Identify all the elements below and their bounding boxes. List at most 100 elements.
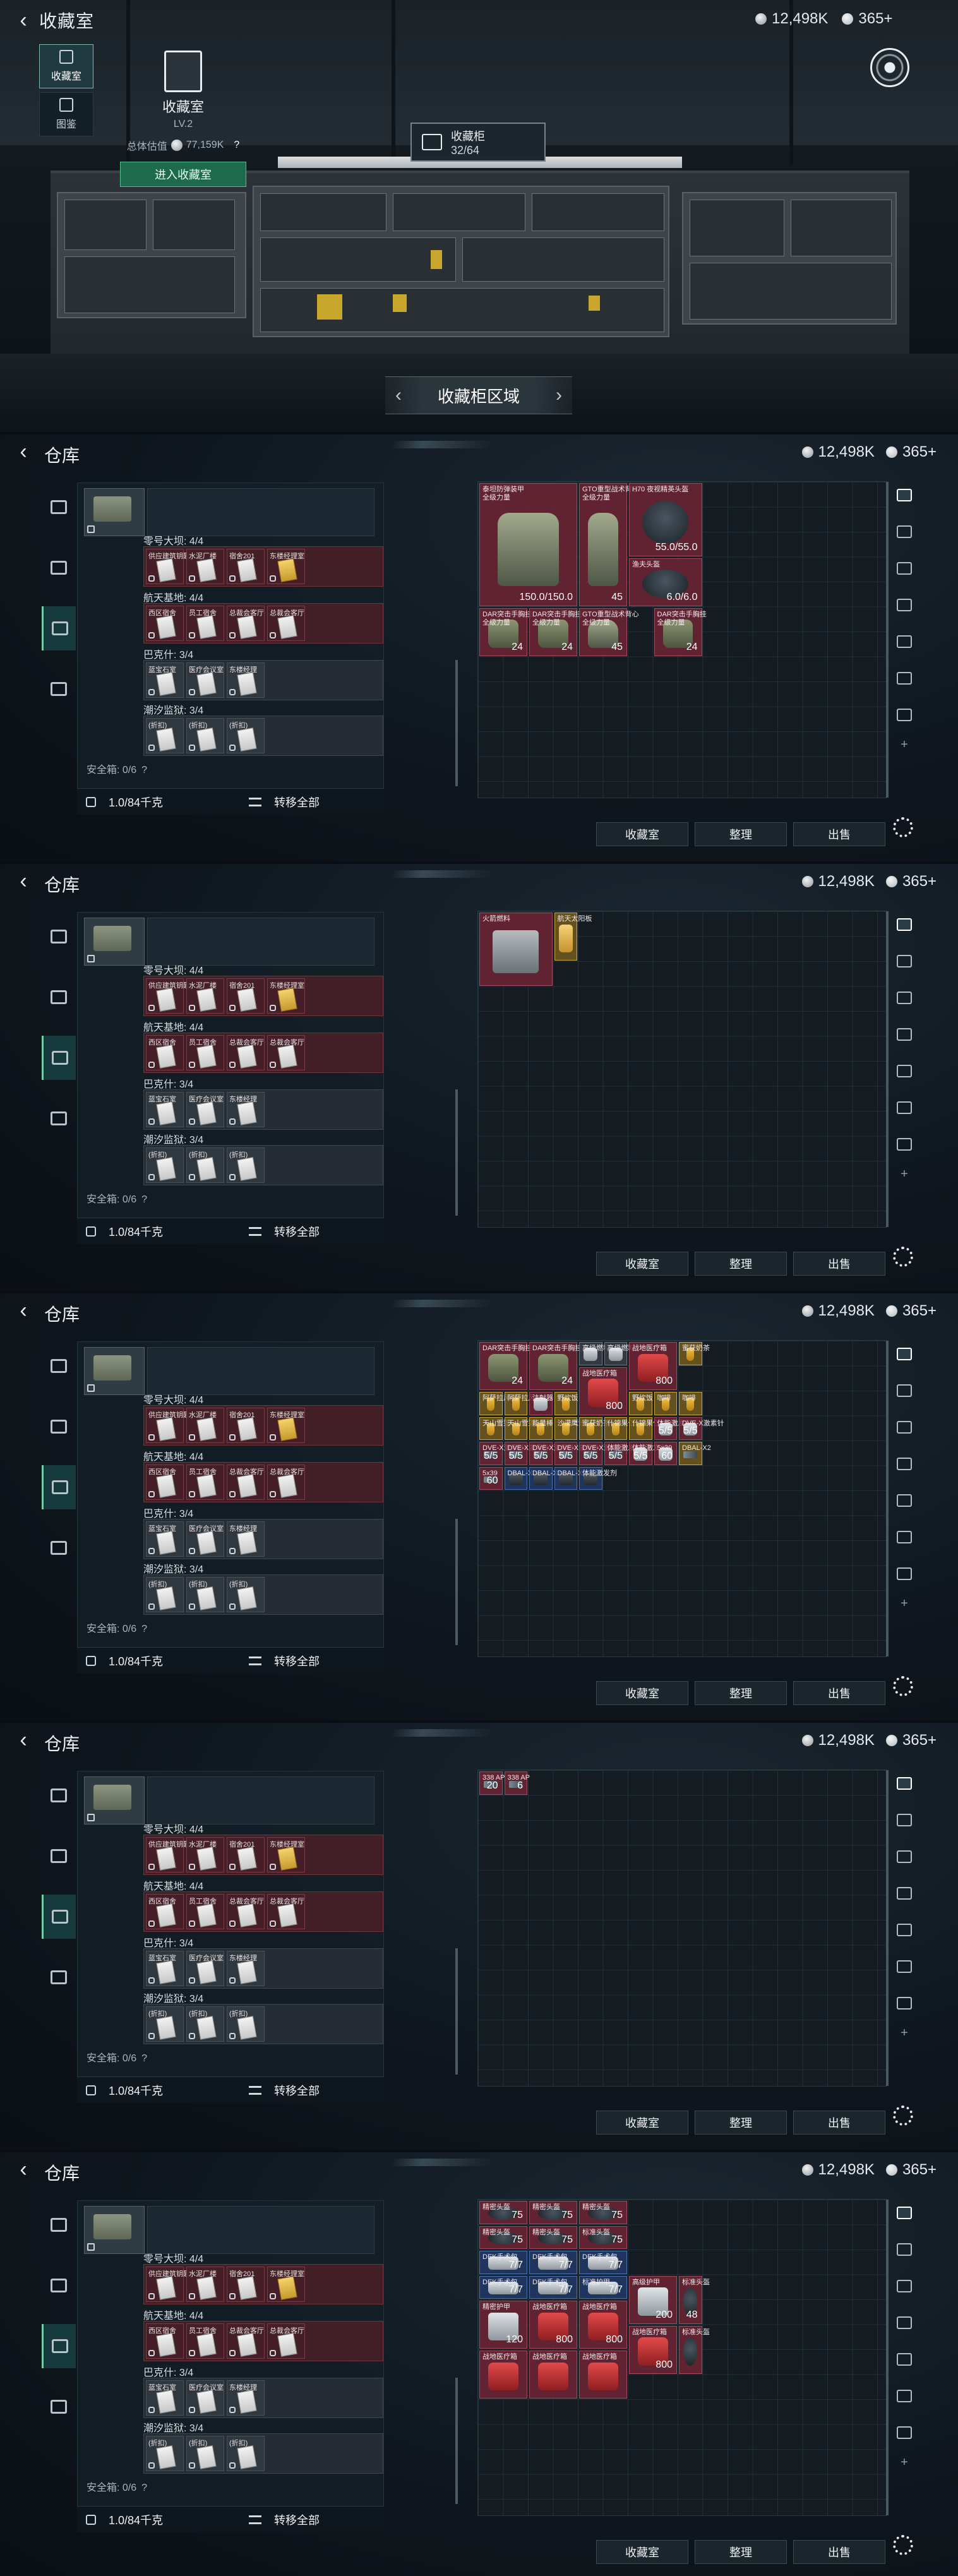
filter-tab-gear-tab[interactable] — [890, 1879, 918, 1907]
points-amount[interactable]: 365+ — [902, 873, 937, 890]
cabinet-counter[interactable]: 收藏柜 32/64 — [410, 123, 546, 162]
keycard-slot[interactable]: 东楼经理室 — [267, 1837, 305, 1872]
keycard-slot[interactable]: (折扣) — [146, 1577, 184, 1612]
keycard-slot[interactable]: (折扣) — [146, 1147, 184, 1183]
sell-button[interactable]: 出售 — [793, 2540, 885, 2564]
keycard-slot[interactable]: 宿舍201 — [227, 1408, 265, 1443]
equipped-rig-slot[interactable] — [84, 1347, 145, 1395]
sell-button[interactable]: 出售 — [793, 1252, 885, 1276]
storage-item-slot[interactable]: 蜜获奶茶 — [679, 1342, 710, 1365]
storage-item-slot[interactable]: 5x39 60 — [479, 1466, 503, 1490]
storage-item-slot[interactable]: 标准护甲 7/7 — [579, 2275, 627, 2299]
keycard-slot[interactable]: 总裁会客厅 — [267, 606, 305, 641]
back-chevron-icon[interactable]: ‹ — [14, 1298, 33, 1322]
keycard-slot[interactable]: (折扣) — [227, 2436, 265, 2471]
settings-gear-icon[interactable] — [893, 817, 913, 837]
keycard-slot[interactable]: 总裁会客厅 — [267, 1465, 305, 1500]
rail-tab-backpack[interactable] — [42, 1895, 76, 1939]
storage-item-slot[interactable]: DVE-X激素针 5/5 — [529, 1442, 575, 1465]
filter-tab-ammo[interactable] — [890, 664, 918, 692]
add-tab-icon[interactable]: + — [890, 738, 918, 757]
storage-item-slot[interactable]: 体能激发剂 5/5 — [604, 1442, 642, 1465]
storage-item-slot[interactable]: 标准头盔 48 — [679, 2275, 710, 2324]
filter-tab-armor[interactable] — [890, 554, 918, 582]
storage-item-slot[interactable]: GTO重型战术背心 全级力量 45 — [579, 483, 639, 606]
loadout-scrollbar[interactable] — [455, 1089, 458, 1216]
keycard-slot[interactable]: (折扣) — [227, 718, 265, 753]
sort-button[interactable]: 整理 — [695, 822, 787, 846]
keycard-slot[interactable]: 医疗会议室 — [186, 2380, 224, 2416]
loadout-scrollbar[interactable] — [455, 1519, 458, 1645]
keycard-slot[interactable]: 水泥厂楼 — [186, 978, 224, 1014]
grid-scrollbar[interactable] — [886, 911, 889, 1227]
keycard-slot[interactable]: 员工宿舍 — [186, 1894, 224, 1929]
next-region-chevron-icon[interactable]: › — [556, 385, 562, 406]
filter-tab-all[interactable] — [890, 911, 918, 938]
keycard-slot[interactable]: 蓝宝石室 — [146, 1092, 184, 1127]
keycard-slot[interactable]: (折扣) — [186, 2436, 224, 2471]
keycard-slot[interactable]: 供应建筑钥匙 — [146, 2267, 190, 2302]
rail-tab-armor[interactable] — [42, 1834, 76, 1878]
storage-item-slot[interactable]: H70 夜视精英头盔 55.0/55.0 — [629, 483, 702, 556]
keycard-slot[interactable]: 总裁会客厅 — [227, 1035, 265, 1070]
storage-item-slot[interactable]: 战地医疗箱 800 — [629, 1342, 677, 1390]
sell-button[interactable]: 出售 — [793, 822, 885, 846]
keycard-slot[interactable]: (折扣) — [186, 1577, 224, 1612]
grid-scrollbar[interactable] — [886, 2200, 889, 2515]
keycard-slot[interactable]: 蓝宝石室 — [146, 1951, 184, 1986]
storage-item-slot[interactable]: 阿萨拉风味 — [479, 1392, 517, 1415]
keycard-slot[interactable]: 东楼经理室 — [267, 549, 305, 584]
keycard-slot[interactable]: 总裁会客厅 — [227, 606, 265, 641]
tab-collection-room[interactable]: 收藏室 — [39, 44, 93, 88]
keycard-slot[interactable]: 员工宿舍 — [186, 1035, 224, 1070]
storage-item-slot[interactable]: 战地医疗箱 — [579, 2351, 627, 2399]
storage-item-slot[interactable]: 天山雪莲 — [479, 1417, 510, 1440]
keycard-slot[interactable]: (折扣) — [186, 2006, 224, 2042]
back-chevron-icon[interactable]: ‹ — [14, 2157, 33, 2181]
grid-scrollbar[interactable] — [886, 1341, 889, 1656]
equipped-rig-slot[interactable] — [84, 1776, 145, 1824]
filter-tab-collectible[interactable] — [890, 1989, 918, 2017]
keycard-slot[interactable]: 供应建筑钥匙 — [146, 978, 190, 1014]
storage-item-slot[interactable]: 什锦果仁 — [604, 1417, 635, 1440]
filter-tab-armor[interactable] — [890, 1413, 918, 1441]
keycard-slot[interactable]: 蓝宝石室 — [146, 662, 184, 698]
keycard-slot[interactable]: 东楼经理室 — [267, 2267, 305, 2302]
collection-room-button[interactable]: 收藏室 — [596, 1681, 688, 1705]
sort-button[interactable]: 整理 — [695, 1252, 787, 1276]
storage-item-slot[interactable]: DVE-X激素针 5/5 — [479, 1442, 525, 1465]
storage-item-slot[interactable]: DBAL-X2 — [504, 1466, 536, 1490]
back-chevron-icon[interactable]: ‹ — [14, 869, 33, 893]
settings-gear-icon[interactable] — [893, 2106, 913, 2126]
storage-item-slot[interactable]: 航天太阳板 — [554, 913, 592, 961]
help-icon[interactable]: ? — [141, 1624, 147, 1634]
storage-item-slot[interactable]: 精密护甲 120 — [479, 2301, 527, 2349]
keycard-slot[interactable]: (折扣) — [227, 1577, 265, 1612]
storage-grid[interactable]: 精密头盔 75 精密头盔 75 精密头盔 75 精密头盔 75 精密头盔 75 标准头盔 75 DEK手… — [477, 2199, 889, 2516]
storage-item-slot[interactable]: 沙漠鹰汁 — [554, 1417, 585, 1440]
keycard-slot[interactable]: 总裁会客厅 — [227, 1465, 265, 1500]
storage-item-slot[interactable]: DAR突击手胸挂 全级力量 24 — [479, 608, 532, 656]
storage-item-slot[interactable]: 体能激发剂 — [579, 1466, 617, 1490]
storage-item-slot[interactable]: GTO重型战术背心 全级力量 45 — [579, 608, 639, 656]
points-amount[interactable]: 365+ — [902, 1732, 937, 1749]
storage-item-slot[interactable]: 战地医疗箱 800 — [529, 2301, 577, 2349]
list-icon[interactable] — [249, 797, 262, 806]
help-icon[interactable]: ? — [141, 2053, 147, 2064]
loadout-scrollbar[interactable] — [455, 2378, 458, 2504]
storage-item-slot[interactable]: 体能激发剂 5/5 — [629, 1442, 667, 1465]
rail-tab-toolbox[interactable] — [42, 1096, 76, 1141]
filter-tab-armor[interactable] — [890, 2272, 918, 2300]
storage-item-slot[interactable]: DAR突击手胸挂 24 — [529, 1342, 582, 1390]
rail-tab-toolbox[interactable] — [42, 667, 76, 711]
storage-grid[interactable]: 泰坦防弹装甲 全级力量 150.0/150.0 GTO重型战术背心 全级力量 45 H70 … — [477, 481, 889, 798]
points-amount[interactable]: 365+ — [902, 2161, 937, 2179]
filter-tab-medical[interactable] — [890, 2345, 918, 2373]
rail-tab-backpack[interactable] — [42, 1036, 76, 1080]
storage-item-slot[interactable]: 体能激发剂 5/5 — [654, 1417, 692, 1440]
rail-tab-backpack[interactable] — [42, 606, 76, 650]
back-chevron-icon[interactable]: ‹ — [14, 1728, 33, 1752]
keycard-slot[interactable]: 供应建筑钥匙 — [146, 549, 190, 584]
rail-tab-backpack[interactable] — [42, 1465, 76, 1509]
storage-item-slot[interactable]: DAR突击手胸挂 24 — [479, 1342, 532, 1390]
